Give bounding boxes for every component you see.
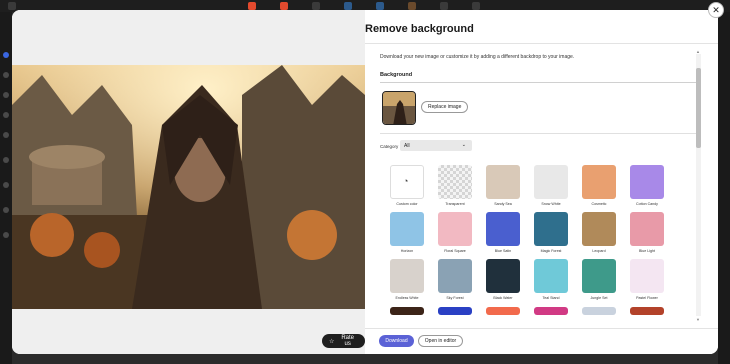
close-button[interactable]: ✕ [708, 2, 724, 18]
backdrop-tile[interactable] [630, 259, 664, 293]
backdrop-tile[interactable] [438, 165, 472, 199]
app-icon[interactable] [8, 2, 16, 10]
image-preview [12, 65, 365, 309]
backdrop-tile-label: Teal Stand [542, 296, 560, 300]
backdrop-tile[interactable] [486, 165, 520, 199]
app-icon[interactable] [472, 2, 480, 10]
background-section-title: Background [380, 72, 413, 78]
backdrop-tile-label: Snow White [541, 202, 561, 206]
home-icon[interactable] [3, 52, 9, 58]
backdrop-tile[interactable] [486, 212, 520, 246]
backdrop-tile[interactable] [390, 259, 424, 293]
backdrop-tile[interactable] [486, 307, 520, 315]
backdrop-tile-label: Endless White [395, 296, 419, 300]
backdrop-tile[interactable]: ◔ [390, 165, 424, 199]
toolbar-icon[interactable] [3, 157, 9, 163]
backdrop-tile[interactable] [438, 307, 472, 315]
modal-title: Remove background [365, 23, 474, 35]
current-background-thumbnail[interactable] [382, 91, 416, 125]
category-select[interactable]: All ⌄ [400, 140, 472, 151]
category-value: All [404, 142, 410, 149]
backdrop-tile-label: Transparent [445, 202, 465, 206]
backdrop-tile-label: Blue Light [639, 249, 655, 253]
remove-background-modal: ☆ Rate us Remove background Download you… [12, 10, 718, 354]
download-button[interactable]: Download [379, 335, 414, 347]
toolbar-icon[interactable] [3, 112, 9, 118]
backdrop-tile-label: Sandy Sea [494, 202, 512, 206]
rate-us-label: Rate us [341, 335, 355, 347]
color-picker-icon: ◔ [403, 176, 409, 186]
app-icon[interactable] [344, 2, 352, 10]
app-icon[interactable] [376, 2, 384, 10]
backdrop-tile[interactable] [582, 165, 616, 199]
footer-divider [365, 328, 718, 329]
preview-pane: ☆ Rate us [12, 10, 365, 354]
backdrop-tile-label: Floral Square [444, 249, 466, 253]
toolbar-icon[interactable] [3, 72, 9, 78]
backdrop-tile-label: Horizon [400, 249, 414, 253]
backdrop-tile-label: Jungle Set [590, 296, 608, 300]
backdrop-tile-label: Black Water [493, 296, 513, 300]
backdrop-tile[interactable] [390, 307, 424, 315]
close-icon: ✕ [712, 4, 720, 15]
options-pane: Remove background Download your new imag… [365, 10, 718, 354]
backdrop-tile[interactable] [534, 259, 568, 293]
backdrop-tile[interactable] [582, 259, 616, 293]
app-icon[interactable] [280, 2, 288, 10]
section-divider [380, 82, 698, 83]
backdrop-tile-label: Cotton Candy [636, 202, 658, 206]
backdrop-tile[interactable] [486, 259, 520, 293]
backdrop-tile[interactable] [630, 165, 664, 199]
backdrop-tile[interactable] [582, 307, 616, 315]
backdrop-tile[interactable] [438, 259, 472, 293]
backdrop-tile[interactable] [534, 212, 568, 246]
star-icon: ☆ [329, 338, 335, 345]
scroll-down-icon[interactable]: ▼ [696, 317, 700, 322]
scrollbar-thumb[interactable] [696, 68, 701, 148]
app-icon[interactable] [440, 2, 448, 10]
app-icon[interactable] [408, 2, 416, 10]
backdrop-tile[interactable] [582, 212, 616, 246]
open-in-editor-button[interactable]: Open in editor [418, 335, 463, 347]
backdrop-tile[interactable] [630, 307, 664, 315]
options-scrollbar[interactable] [696, 54, 701, 316]
backdrop-tile-label: Pastel Flower [636, 296, 658, 300]
divider [380, 133, 698, 134]
backdrop-tile[interactable] [390, 212, 424, 246]
backdrop-tile[interactable] [438, 212, 472, 246]
backdrop-tile[interactable] [534, 307, 568, 315]
backdrop-tile-label: Sky Forest [446, 296, 464, 300]
toolbar-icon[interactable] [3, 92, 9, 98]
backdrop-tile[interactable] [534, 165, 568, 199]
backdrop-tile-label: Blue Satin [494, 249, 512, 253]
chevron-down-icon: ⌄ [461, 142, 466, 148]
preview-image [12, 65, 365, 309]
scroll-up-icon[interactable]: ▲ [696, 49, 700, 54]
backdrop-tile-label: Custom color [396, 202, 418, 206]
modal-description: Download your new image or customize it … [380, 54, 575, 60]
replace-image-button[interactable]: Replace image [421, 101, 469, 113]
app-icon[interactable] [248, 2, 256, 10]
toolbar-icon[interactable] [3, 182, 9, 188]
app-icon[interactable] [312, 2, 320, 10]
backdrop-tile[interactable] [630, 212, 664, 246]
toolbar-icon[interactable] [3, 132, 9, 138]
toolbar-icon[interactable] [3, 232, 9, 238]
backdrop-tile-label: Cosmetic [591, 202, 607, 206]
left-toolbar [0, 12, 12, 364]
category-label: Category [380, 144, 399, 149]
header-divider [365, 43, 718, 44]
toolbar-icon[interactable] [3, 207, 9, 213]
backdrop-tile-label: Magic Forest [540, 249, 562, 253]
right-panel-strip [718, 12, 730, 364]
rate-us-button[interactable]: ☆ Rate us [322, 334, 365, 348]
backdrop-tile-label: Leopard [592, 249, 606, 253]
